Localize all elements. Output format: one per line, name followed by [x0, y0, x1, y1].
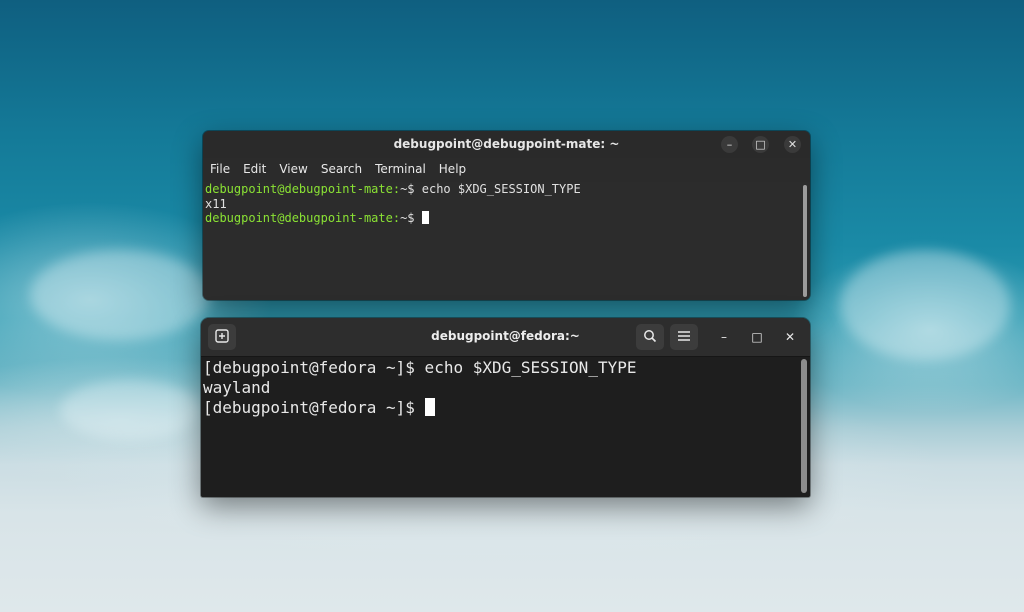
gnome-terminal-window[interactable]: debugpoint@fedora:~ – □ ✕ [debugpoint@fe…: [201, 318, 810, 497]
terminal-prompt: [debugpoint@fedora ~]$: [203, 398, 425, 417]
gnome-scrollbar[interactable]: [798, 357, 810, 497]
gnome-terminal-output[interactable]: [debugpoint@fedora ~]$ echo $XDG_SESSION…: [201, 357, 798, 497]
terminal-line: [debugpoint@fedora ~]$: [203, 398, 796, 418]
terminal-line: debugpoint@debugpoint-mate:~$: [205, 211, 798, 226]
menu-view[interactable]: View: [279, 162, 307, 176]
text-cursor: [424, 398, 435, 416]
terminal-prompt: debugpoint@debugpoint-mate:: [205, 211, 401, 225]
terminal-line: debugpoint@debugpoint-mate:~$ echo $XDG_…: [205, 182, 798, 197]
menu-edit[interactable]: Edit: [243, 162, 266, 176]
wallpaper-foam: [840, 250, 1010, 360]
mate-menubar: File Edit View Search Terminal Help: [203, 158, 810, 180]
terminal-output: x11: [205, 196, 227, 211]
menu-help[interactable]: Help: [439, 162, 466, 176]
maximize-icon[interactable]: □: [752, 136, 769, 153]
menu-search[interactable]: Search: [321, 162, 362, 176]
hamburger-icon[interactable]: [670, 324, 698, 350]
terminal-command: ~$ echo $XDG_SESSION_TYPE: [400, 182, 581, 196]
terminal-line: [debugpoint@fedora ~]$ echo $XDG_SESSION…: [203, 358, 637, 377]
wallpaper-foam: [30, 250, 210, 340]
text-cursor: [421, 211, 429, 224]
terminal-command: ~$: [400, 211, 422, 225]
maximize-icon[interactable]: □: [748, 328, 766, 346]
menu-file[interactable]: File: [210, 162, 230, 176]
wallpaper-foam: [60, 380, 200, 440]
menu-terminal[interactable]: Terminal: [375, 162, 426, 176]
scrollbar-thumb[interactable]: [803, 185, 807, 297]
terminal-line: wayland: [203, 378, 271, 397]
mate-terminal-window[interactable]: debugpoint@debugpoint-mate: ~ – □ ✕ File…: [203, 131, 810, 300]
gnome-headerbar[interactable]: debugpoint@fedora:~ – □ ✕: [201, 318, 810, 357]
minimize-icon[interactable]: –: [715, 328, 733, 346]
terminal-prompt: debugpoint@debugpoint-mate:: [205, 182, 401, 196]
close-icon[interactable]: ✕: [781, 328, 799, 346]
terminal-line: x11: [205, 197, 798, 212]
mate-titlebar[interactable]: debugpoint@debugpoint-mate: ~ – □ ✕: [203, 131, 810, 158]
scrollbar-thumb[interactable]: [801, 359, 807, 493]
mate-terminal-output[interactable]: debugpoint@debugpoint-mate:~$ echo $XDG_…: [203, 182, 800, 300]
search-icon[interactable]: [636, 324, 664, 350]
mate-scrollbar[interactable]: [800, 182, 810, 300]
minimize-icon[interactable]: –: [721, 136, 738, 153]
mate-window-title: debugpoint@debugpoint-mate: ~: [393, 137, 620, 151]
close-icon[interactable]: ✕: [784, 136, 801, 153]
